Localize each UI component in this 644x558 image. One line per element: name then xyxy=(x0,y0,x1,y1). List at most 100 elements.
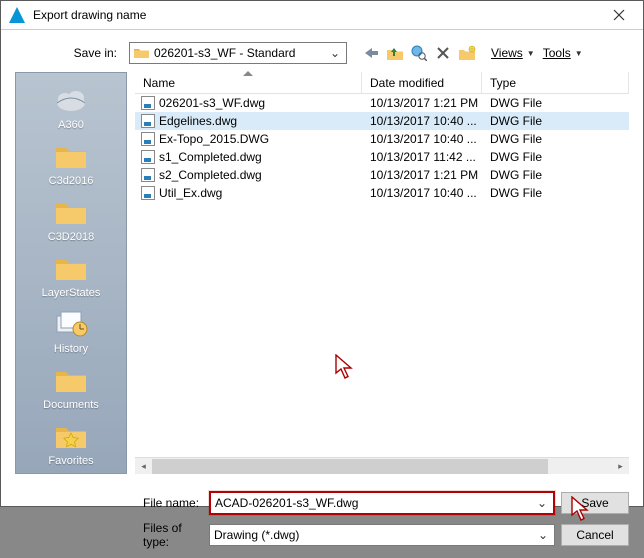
folder-icon xyxy=(54,254,88,282)
file-date: 10/13/2017 1:21 PM xyxy=(362,96,482,110)
file-date: 10/13/2017 10:40 ... xyxy=(362,132,482,146)
sidebar-item-c3d2016[interactable]: C3d2016 xyxy=(16,137,126,193)
file-name: Ex-Topo_2015.DWG xyxy=(159,132,269,146)
save-label: Save xyxy=(581,496,608,510)
tools-menu[interactable]: Tools ▼ xyxy=(541,44,585,62)
window-title: Export drawing name xyxy=(33,8,597,22)
file-type-dropdown[interactable]: Drawing (*.dwg) ⌄ xyxy=(209,524,555,546)
column-header-row: Name Date modified Type xyxy=(135,72,629,94)
file-list[interactable]: 026201-s3_WF.dwg10/13/2017 1:21 PMDWG Fi… xyxy=(135,94,629,457)
back-button[interactable] xyxy=(361,43,381,63)
file-row[interactable]: Ex-Topo_2015.DWG 10/13/2017 10:40 ...DWG … xyxy=(135,130,629,148)
file-list-area: Name Date modified Type 026201-s3_WF.dwg… xyxy=(135,72,629,474)
scroll-thumb[interactable] xyxy=(152,459,548,474)
new-folder-icon xyxy=(458,45,476,61)
cursor-icon xyxy=(335,354,355,380)
dwg-file-icon xyxy=(141,96,155,110)
file-date: 10/13/2017 10:40 ... xyxy=(362,186,482,200)
up-folder-icon xyxy=(386,45,404,61)
column-header-date[interactable]: Date modified xyxy=(362,72,482,93)
back-arrow-icon xyxy=(362,46,380,60)
scroll-track[interactable] xyxy=(152,459,612,474)
file-date: 10/13/2017 1:21 PM xyxy=(362,168,482,182)
scroll-right-button[interactable]: ▸ xyxy=(612,459,629,474)
file-name: Util_Ex.dwg xyxy=(159,186,222,200)
file-type: DWG File xyxy=(482,150,629,164)
chevron-down-icon: ⌄ xyxy=(536,528,550,542)
save-in-dropdown[interactable]: 026201-s3_WF - Standard ⌄ xyxy=(129,42,347,64)
sort-ascending-icon xyxy=(243,71,253,76)
file-row[interactable]: Util_Ex.dwg 10/13/2017 10:40 ...DWG File xyxy=(135,184,629,202)
file-type: DWG File xyxy=(482,168,629,182)
file-name: Edgelines.dwg xyxy=(159,114,237,128)
menu-group: Views ▼ Tools ▼ xyxy=(489,44,585,62)
folder-icon xyxy=(54,198,88,226)
file-date: 10/13/2017 10:40 ... xyxy=(362,114,482,128)
dwg-file-icon xyxy=(141,150,155,164)
sidebar-item-a360[interactable]: A360 xyxy=(16,81,126,137)
views-menu[interactable]: Views ▼ xyxy=(489,44,537,62)
file-type-value: Drawing (*.dwg) xyxy=(214,528,536,542)
file-name-label: File name: xyxy=(143,496,203,510)
column-date-label: Date modified xyxy=(370,76,444,90)
search-web-button[interactable] xyxy=(409,43,429,63)
delete-button[interactable] xyxy=(433,43,453,63)
column-type-label: Type xyxy=(490,76,516,90)
sidebar-item-label: Favorites xyxy=(48,455,93,467)
column-name-label: Name xyxy=(143,76,175,90)
app-icon xyxy=(9,7,25,23)
views-label: Views xyxy=(491,46,523,60)
file-type: DWG File xyxy=(482,186,629,200)
file-type: DWG File xyxy=(482,114,629,128)
sidebar-item-label: LayerStates xyxy=(42,287,101,299)
folder-icon xyxy=(134,47,150,59)
globe-search-icon xyxy=(411,45,427,61)
file-row[interactable]: 026201-s3_WF.dwg 10/13/2017 1:21 PMDWG Fi… xyxy=(135,94,629,112)
close-icon xyxy=(613,9,625,21)
save-button[interactable]: Save xyxy=(561,492,629,514)
chevron-down-icon: ▼ xyxy=(527,49,535,58)
file-type: DWG File xyxy=(482,96,629,110)
sidebar-item-label: C3D2018 xyxy=(48,231,94,243)
a360-cloud-icon xyxy=(53,85,89,115)
sidebar-item-c3d2018[interactable]: C3D2018 xyxy=(16,193,126,249)
file-type: DWG File xyxy=(482,132,629,146)
file-row[interactable]: s2_Completed.dwg 10/13/2017 1:21 PMDWG Fi… xyxy=(135,166,629,184)
new-folder-button[interactable] xyxy=(457,43,477,63)
tools-label: Tools xyxy=(543,46,571,60)
file-name: s2_Completed.dwg xyxy=(159,168,262,182)
sidebar-item-favorites[interactable]: Favorites xyxy=(16,417,126,473)
sidebar-item-layerstates[interactable]: LayerStates xyxy=(16,249,126,305)
sidebar-item-history[interactable]: History xyxy=(16,305,126,361)
sidebar-item-label: A360 xyxy=(58,119,84,131)
file-row[interactable]: Edgelines.dwg 10/13/2017 10:40 ...DWG Fil… xyxy=(135,112,629,130)
chevron-down-icon: ⌄ xyxy=(535,496,549,510)
column-header-name[interactable]: Name xyxy=(135,72,362,93)
folder-icon xyxy=(54,366,88,394)
chevron-down-icon: ⌄ xyxy=(328,46,342,60)
dwg-file-icon xyxy=(141,132,155,146)
close-button[interactable] xyxy=(597,1,641,29)
history-icon xyxy=(53,310,89,338)
sidebar-item-label: C3d2016 xyxy=(49,175,94,187)
file-name: 026201-s3_WF.dwg xyxy=(159,96,265,110)
file-name: s1_Completed.dwg xyxy=(159,150,262,164)
sidebar-item-label: Documents xyxy=(43,399,99,411)
horizontal-scrollbar[interactable]: ◂ ▸ xyxy=(135,457,629,474)
scroll-left-button[interactable]: ◂ xyxy=(135,459,152,474)
nav-icons xyxy=(361,43,477,63)
column-header-type[interactable]: Type xyxy=(482,72,629,93)
cancel-button[interactable]: Cancel xyxy=(561,524,629,546)
up-folder-button[interactable] xyxy=(385,43,405,63)
file-type-label: Files of type: xyxy=(143,521,203,549)
file-row[interactable]: s1_Completed.dwg 10/13/2017 11:42 ...DWG … xyxy=(135,148,629,166)
dwg-file-icon xyxy=(141,186,155,200)
dwg-file-icon xyxy=(141,168,155,182)
sidebar-item-documents[interactable]: Documents xyxy=(16,361,126,417)
file-name-value: ACAD-026201-s3_WF.dwg xyxy=(215,496,535,510)
places-sidebar: A360 C3d2016 xyxy=(15,72,127,474)
file-name-input[interactable]: ACAD-026201-s3_WF.dwg ⌄ xyxy=(209,491,555,515)
file-date: 10/13/2017 11:42 ... xyxy=(362,150,482,164)
delete-x-icon xyxy=(436,46,450,60)
cancel-label: Cancel xyxy=(576,528,613,542)
